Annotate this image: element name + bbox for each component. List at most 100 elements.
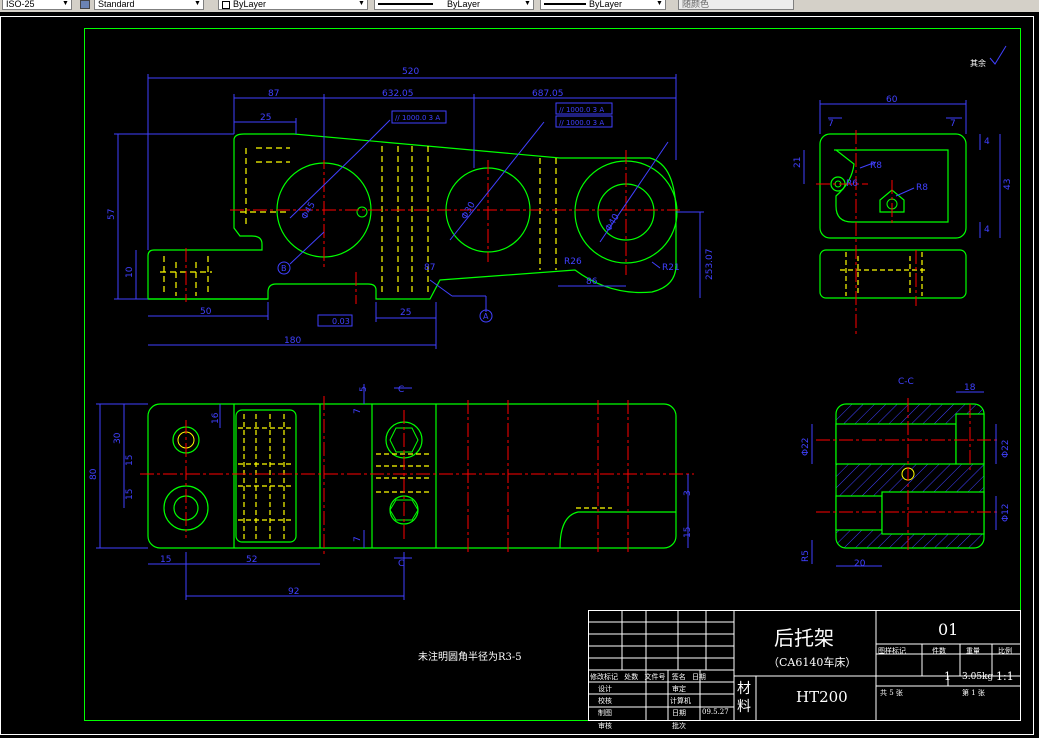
dim-label: R8: [870, 161, 882, 171]
dim-label: 18: [964, 383, 976, 393]
general-note: 未注明圆角半径为R3-5: [418, 652, 522, 663]
dim-label: 87: [424, 263, 435, 273]
color-swatch-icon: [222, 0, 230, 9]
lineweight-value: ByLayer: [589, 0, 623, 9]
rev-header: 文件号: [644, 673, 666, 681]
date-value: 09.5.27: [702, 708, 729, 716]
dim-label: 86: [586, 277, 598, 287]
material-label: 材料: [737, 681, 751, 715]
top-view: 80 30 15 15 15 52 92 15 3 16 7 7 5 C C: [89, 384, 694, 600]
scale-value: 1:1: [996, 670, 1014, 683]
drawing-number: 01: [938, 620, 959, 639]
batch-label: 批次: [672, 722, 686, 730]
dim-label: 30: [113, 432, 123, 444]
dim-label: 253.07: [705, 249, 715, 281]
dim-label: 20: [854, 559, 866, 569]
dim-label: 15: [683, 527, 693, 538]
plot-style-value: 随颜色: [682, 0, 710, 9]
layer-value: ByLayer: [233, 0, 267, 9]
tolerance-label: // 1000.0 3 A: [395, 114, 440, 122]
lineweight-select[interactable]: ByLayer ▼: [540, 0, 666, 10]
date-label: 日期: [672, 709, 686, 717]
count-label: 计算机: [670, 697, 691, 705]
roughness-symbol: 其余: [970, 45, 1007, 68]
chevron-down-icon: ▼: [656, 0, 663, 7]
dim-label: 52: [246, 555, 257, 565]
dim-label: Φ30: [460, 200, 478, 221]
weight-value: 3.05kg: [962, 672, 994, 682]
dim-label: 43: [1003, 179, 1013, 190]
part-name: 后托架: [774, 626, 834, 650]
dimension-style-icon[interactable]: [80, 0, 90, 9]
sheet-number: 第 1 张: [962, 689, 985, 697]
dim-label: 4: [984, 225, 990, 235]
dim-label: 7: [828, 119, 834, 129]
dim-label: 15: [125, 455, 135, 466]
section-view: C-C 20 18 Φ22 Φ12 Φ22 R5: [801, 377, 1011, 569]
section-title: C-C: [898, 377, 914, 387]
rev-header: 日期: [691, 673, 706, 681]
dim-label: 92: [288, 587, 299, 597]
linetype-value: ByLayer: [447, 0, 481, 9]
dim-label: 50: [200, 307, 212, 317]
col-weight: 重量: [966, 647, 980, 655]
check-label: 校核: [598, 697, 612, 705]
revision-headers: 修改标记 处数 文件号 签名 日期: [590, 672, 706, 682]
dim-label: Φ22: [801, 437, 811, 456]
chevron-down-icon: ▼: [194, 0, 201, 7]
text-style-value: ISO-25: [6, 0, 35, 9]
draw-label: 制图: [598, 709, 612, 717]
rev-header: 签名: [671, 673, 686, 681]
datum-label: A: [483, 312, 489, 321]
section-marker: C: [398, 385, 404, 395]
part-subtitle: （CA6140车床）: [768, 656, 857, 669]
tolerance-label: // 1000.0 3 A: [559, 119, 604, 127]
dim-label: 10: [125, 266, 135, 278]
dim-label: R6: [846, 179, 858, 189]
dim-label: Φ12: [1001, 503, 1011, 522]
col-qty: 件数: [932, 647, 946, 655]
dim-label: 4: [984, 137, 990, 147]
dim-label: 3: [683, 490, 693, 496]
datum-label: B: [281, 264, 287, 273]
section-marker: C: [398, 559, 404, 569]
rev-header: 修改标记: [590, 673, 618, 681]
linetype-select[interactable]: ByLayer ▼: [374, 0, 534, 10]
chevron-down-icon: ▼: [524, 0, 531, 7]
dim-label: R26: [564, 257, 582, 267]
tolerance-label: // 1000.0 3 A: [559, 106, 604, 114]
dim-label: 60: [886, 95, 898, 105]
sheet-border: [0, 16, 1034, 735]
review-label: 审核: [598, 722, 612, 730]
linetype-preview: [378, 3, 433, 5]
dim-label: 15: [125, 489, 135, 500]
material-value: HT200: [796, 688, 848, 706]
dim-label: 632.05: [382, 89, 414, 99]
roughness-label: 其余: [970, 58, 986, 68]
front-view: 520 87 25 632.05 687.05 57 10 50 180 25 …: [107, 67, 715, 349]
dim-label: 80: [89, 468, 99, 480]
dim-label: Φ22: [1001, 439, 1011, 458]
approve-label: 审定: [672, 685, 686, 693]
dim-label: 15: [160, 555, 171, 565]
dim-label: Φ40: [604, 212, 622, 233]
dim-style-value: Standard: [98, 0, 135, 9]
flatness-label: 0.03: [332, 317, 350, 326]
drawing-canvas[interactable]: 520 87 25 632.05 687.05 57 10 50 180 25 …: [0, 12, 1039, 738]
cad-drawing: 520 87 25 632.05 687.05 57 10 50 180 25 …: [0, 16, 1034, 735]
dim-style-select[interactable]: Standard ▼: [94, 0, 204, 10]
dim-label: 16: [211, 412, 221, 424]
dim-label: Φ45: [300, 200, 318, 221]
dim-label: 7: [353, 536, 363, 542]
text-style-select[interactable]: ISO-25 ▼: [2, 0, 72, 10]
dim-label: 180: [284, 336, 301, 346]
plot-style-select[interactable]: 随颜色: [678, 0, 794, 10]
sheets-total: 共 5 张: [880, 689, 903, 697]
dim-label: 5: [359, 386, 369, 392]
side-view: 60 21 43 7 7 4 4 R8 R8 R6 其余: [793, 45, 1013, 334]
dim-label: 687.05: [532, 89, 564, 99]
dim-label: 25: [400, 308, 411, 318]
tolerance-frames: // 1000.0 3 A // 1000.0 3 A // 1000.0 3 …: [277, 102, 613, 327]
layer-select[interactable]: ByLayer ▼: [218, 0, 368, 10]
dim-label: 7: [353, 408, 363, 414]
